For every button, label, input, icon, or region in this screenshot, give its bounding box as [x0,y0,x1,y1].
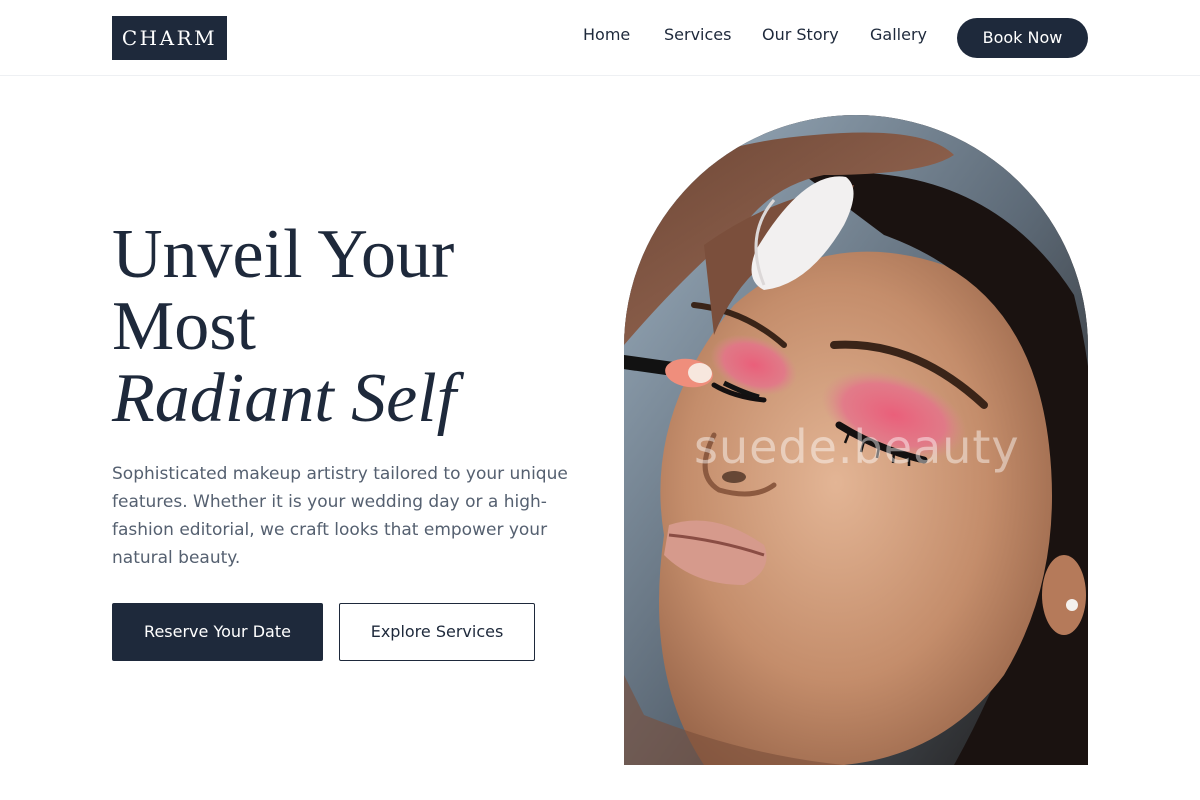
hero-title-line-3: Radiant Self [112,360,457,437]
hero-title-line-1: Unveil Your [112,216,455,293]
hero-title: Unveil Your Most Radiant Self [112,219,592,435]
brand-logo[interactable]: CHARM [112,16,227,60]
nav-gallery-link[interactable]: Gallery [870,24,927,46]
site-header: CHARM Home Services Our Story Gallery Bo… [0,0,1200,76]
book-now-button[interactable]: Book Now [957,18,1088,58]
nav-home-link[interactable]: Home [583,24,630,46]
hero-title-line-2: Most [112,288,256,365]
explore-services-button[interactable]: Explore Services [339,603,535,661]
nav-our-story-link[interactable]: Our Story [762,24,839,46]
reserve-date-button[interactable]: Reserve Your Date [112,603,323,661]
hero-description: Sophisticated makeup artistry tailored t… [112,464,568,568]
hero-image: suede.beauty [624,115,1088,765]
image-watermark: suede.beauty [694,420,1020,474]
nav-services-link[interactable]: Services [664,24,731,46]
